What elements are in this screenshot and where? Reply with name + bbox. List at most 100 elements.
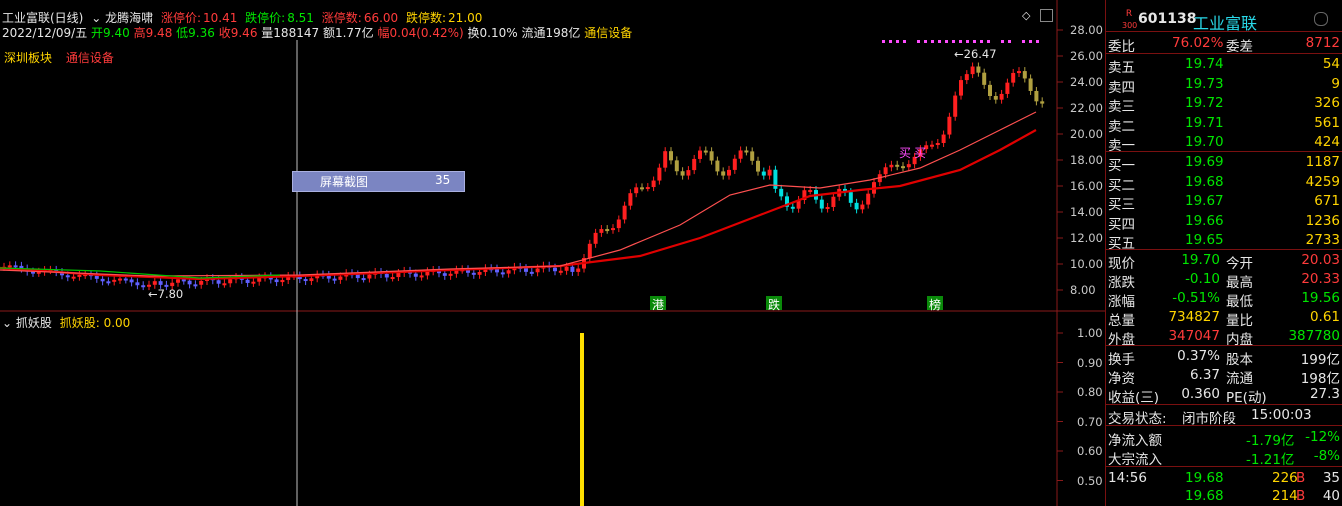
candle-body bbox=[906, 164, 911, 168]
candle-body bbox=[976, 66, 981, 73]
candle-body bbox=[669, 151, 673, 161]
stat-value-2: 0.61 bbox=[1309, 309, 1340, 325]
fundamental-row: 净资 6.37 流通 198亿 bbox=[1106, 365, 1342, 387]
bar-open: 开9.40 bbox=[91, 26, 130, 40]
sub-collapse-icon[interactable]: ⌄ bbox=[2, 316, 12, 330]
rank-badge-top: R bbox=[1125, 9, 1133, 19]
bar-change: 幅0.04(0.42%) bbox=[377, 26, 464, 40]
ask-price: 19.73 bbox=[1185, 75, 1224, 92]
sub-indicator-label[interactable]: 抓妖股 bbox=[16, 316, 52, 330]
candle-body bbox=[94, 275, 99, 279]
marker-gang[interactable]: 港 bbox=[650, 296, 666, 312]
ask-volume: 424 bbox=[1314, 134, 1340, 150]
stat-value: 347047 bbox=[1168, 328, 1220, 344]
candle-body bbox=[442, 273, 447, 276]
candle-body bbox=[947, 116, 952, 135]
signal-dot bbox=[987, 40, 990, 43]
candle-body bbox=[106, 281, 111, 284]
bid-volume: 4259 bbox=[1305, 173, 1340, 190]
bid-volume: 671 bbox=[1314, 193, 1340, 209]
marker-bang[interactable]: 榜 bbox=[927, 296, 943, 312]
limit-down-value: 8.51 bbox=[287, 11, 314, 25]
candle-body bbox=[1034, 90, 1039, 102]
ask-row: 卖五 19.74 54 bbox=[1106, 54, 1342, 76]
candle-body bbox=[999, 93, 1004, 100]
candle-body bbox=[576, 268, 581, 272]
signal-dot bbox=[882, 40, 885, 43]
indicator-tick-label: 0.60 bbox=[1077, 444, 1103, 458]
signal-dot bbox=[1022, 40, 1025, 43]
candle-body bbox=[129, 279, 134, 283]
quote-panel: R 300 601138 工业富联 委比 76.02% 委差 8712 卖五 19… bbox=[1106, 0, 1342, 506]
tick-side: B bbox=[1296, 470, 1306, 486]
stat-row: 外盘 347047 内盘 387780 bbox=[1106, 326, 1342, 348]
signal-dot bbox=[917, 40, 920, 43]
limit-up-value: 10.41 bbox=[202, 11, 238, 25]
limit-down-label: 跌停价: bbox=[245, 11, 286, 25]
candle-body bbox=[1022, 71, 1027, 79]
marker-die[interactable]: 跌 bbox=[766, 296, 782, 312]
board-value[interactable]: 通信设备 bbox=[66, 51, 114, 65]
screenshot-button[interactable]: 屏幕截图 35 bbox=[292, 171, 465, 192]
bar-high: 高9.48 bbox=[133, 26, 173, 40]
collapse-icon[interactable]: ⌄ bbox=[91, 11, 101, 25]
diamond-icon[interactable]: ◇ bbox=[1022, 9, 1030, 22]
candle-body bbox=[338, 276, 343, 280]
sub-indicator-value: 抓妖股: 0.00 bbox=[59, 316, 131, 330]
candle-body bbox=[274, 279, 279, 283]
ma-fast-line bbox=[0, 111, 1037, 277]
tick-count: 35 bbox=[1322, 470, 1340, 486]
signal-dot bbox=[980, 40, 983, 43]
candle-body bbox=[959, 80, 963, 96]
chart-header-line2: 2022/12/09/五 开9.40 高9.48 低9.36 收9.46 量18… bbox=[2, 24, 632, 41]
weicha-label: 委差 bbox=[1226, 39, 1253, 55]
candle-body bbox=[767, 169, 772, 176]
indicator-name[interactable]: 龙腾海啸 bbox=[105, 11, 153, 25]
ask-row: 卖四 19.73 9 bbox=[1106, 74, 1342, 96]
signal-dot bbox=[1008, 40, 1011, 43]
trade-status-row: 交易状态: 闭市阶段 15:00:03 bbox=[1106, 405, 1342, 427]
candle-body bbox=[65, 275, 70, 278]
signal-dot bbox=[959, 40, 962, 43]
signal-dot bbox=[938, 40, 941, 43]
candle-body bbox=[982, 72, 987, 85]
candle-body bbox=[1017, 71, 1021, 74]
candle-body bbox=[199, 280, 204, 285]
candle-body bbox=[176, 279, 180, 283]
kline-chart[interactable] bbox=[0, 0, 1105, 506]
stat-row: 现价 19.70 今开 20.03 bbox=[1106, 250, 1342, 272]
block-inflow-pct: -8% bbox=[1313, 448, 1340, 464]
candle-body bbox=[703, 150, 708, 153]
bid-volume: 1236 bbox=[1305, 212, 1340, 229]
ask-row: 卖一 19.70 424 bbox=[1106, 132, 1342, 154]
stat-value-2: 20.03 bbox=[1301, 252, 1340, 268]
candle-body bbox=[622, 205, 627, 220]
candle-body bbox=[779, 188, 784, 197]
candle-body bbox=[367, 274, 372, 279]
window-toggle-icon[interactable] bbox=[1040, 9, 1053, 22]
candle-body bbox=[141, 285, 146, 288]
down-count-label: 跌停数: bbox=[406, 11, 447, 25]
candle-body bbox=[118, 278, 122, 281]
fund-label-2: PE(动) bbox=[1226, 390, 1267, 406]
candle-body bbox=[715, 160, 720, 172]
candle-body bbox=[355, 274, 360, 279]
settings-icon[interactable] bbox=[1314, 12, 1328, 26]
indicator-tick-label: 0.80 bbox=[1077, 385, 1103, 399]
candle-body bbox=[361, 278, 366, 281]
board-label[interactable]: 深圳板块 bbox=[4, 51, 52, 65]
ask-price: 19.74 bbox=[1185, 56, 1224, 72]
candle-body bbox=[819, 199, 824, 209]
weibi-row: 委比 76.02% 委差 8712 bbox=[1106, 33, 1342, 55]
candle-body bbox=[964, 74, 969, 81]
trade-status-value: 闭市阶段 bbox=[1182, 411, 1236, 427]
candle-body bbox=[593, 232, 598, 244]
candle-body bbox=[251, 281, 256, 284]
price-tick-label: 28.00 bbox=[1070, 23, 1103, 37]
bar-amount: 额1.77亿 bbox=[322, 26, 374, 40]
signal-dot bbox=[896, 40, 899, 43]
candle-body bbox=[170, 282, 175, 287]
chart-area[interactable]: 工业富联(日线) ⌄ 龙腾海啸 涨停价: 10.41 跌停价: 8.51 涨停数: 6… bbox=[0, 0, 1105, 506]
high-annotation: ←26.47 bbox=[954, 47, 997, 61]
stat-value-2: 20.33 bbox=[1301, 271, 1340, 287]
